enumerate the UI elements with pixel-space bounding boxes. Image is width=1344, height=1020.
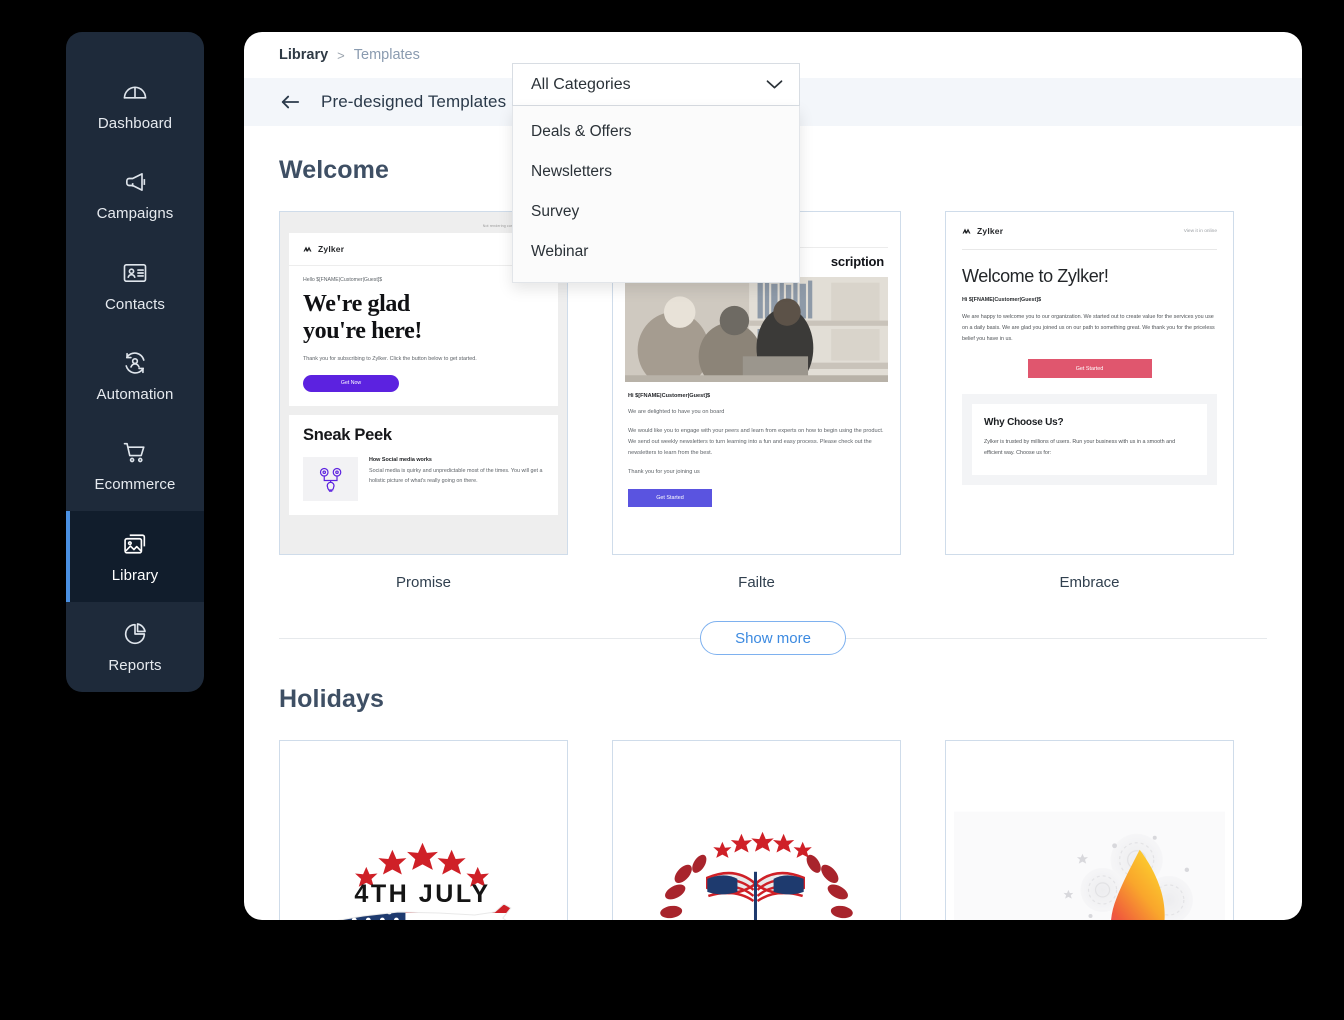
breadcrumb-library[interactable]: Library [279, 47, 328, 63]
dashboard-gauge-icon [121, 78, 149, 106]
contact-card-icon [121, 259, 149, 287]
template-card-embrace[interactable]: Zylker View it in online Welcome to Zylk… [945, 211, 1234, 591]
sidebar-item-automation[interactable]: Automation [66, 331, 204, 421]
peek-item-body: Social media is quirky and unpredictable… [369, 467, 543, 485]
sidebar-item-reports[interactable]: Reports [66, 602, 204, 692]
sidebar-item-label: Reports [108, 656, 162, 674]
cta-button[interactable]: Get Now [303, 374, 399, 392]
automation-cycle-icon [121, 349, 149, 377]
sidebar-item-label: Campaigns [96, 205, 174, 223]
why-choose-us-title: Why Choose Us? [984, 417, 1064, 429]
view-online-link[interactable]: View it in online [1184, 229, 1217, 234]
sneak-peek-title: Sneak Peek [303, 425, 392, 444]
chevron-down-icon [766, 79, 783, 90]
shopping-cart-icon [121, 439, 149, 467]
gears-bulb-icon [303, 456, 358, 501]
sidebar-item-label: Automation [96, 385, 174, 403]
template-thumbnail[interactable]: HAPPY Diwali [945, 740, 1234, 920]
sidebar-item-campaigns[interactable]: Campaigns [66, 150, 204, 240]
independence-day-badge-graphic: INDEPENDENCE DAY 4TH JULY [621, 749, 892, 920]
template-card-fourth-july[interactable]: 4TH JULY [279, 740, 568, 920]
sidebar-item-ecommerce[interactable]: Ecommerce [66, 421, 204, 511]
template-card-label: Embrace [1059, 574, 1120, 591]
app-root: Dashboard Campaigns Contacts Automation … [0, 0, 1344, 1020]
headline-line-1: We're glad [303, 291, 410, 317]
show-more-button[interactable]: Show more [700, 621, 846, 655]
sidebar-item-label: Dashboard [97, 115, 173, 133]
embrace-headline: Welcome to Zylker! [962, 266, 1109, 286]
template-card-label: Failte [738, 574, 775, 591]
template-card-independence-day[interactable]: INDEPENDENCE DAY 4TH JULY [612, 740, 901, 920]
why-choose-us-body: Zylker is trusted by millions of users. … [984, 439, 1176, 457]
failte-greeting: Hi $[FNAME|Customer|Guest]$ [628, 393, 711, 399]
arrow-left-icon[interactable] [279, 92, 301, 112]
embrace-greeting: Hi $[FNAME|Customer|Guest]$ [962, 297, 1042, 303]
brand-name: Zylker [977, 226, 1004, 236]
peek-item-title: How Social media works [369, 456, 432, 463]
sidebar-item-label: Ecommerce [94, 476, 176, 494]
template-thumbnail[interactable]: INDEPENDENCE DAY 4TH JULY [612, 740, 901, 920]
category-dropdown-value: All Categories [531, 75, 631, 93]
sidebar-item-library[interactable]: Library [66, 511, 204, 602]
sidebar-item-label: Library [111, 566, 159, 584]
template-thumbnail[interactable]: 4TH JULY [279, 740, 568, 920]
category-dropdown: All Categories Deals & Offers Newsletter… [512, 63, 800, 283]
failte-line-2: We would like you to engage with your pe… [628, 427, 884, 456]
main-panel: Library > Templates Pre-designed Templat… [244, 32, 1302, 920]
failte-line-3: Thank you for your joining us [628, 468, 700, 475]
body-text: Thank you for subscribing to Zylker. Cli… [303, 355, 477, 362]
happy-diwali-graphic: HAPPY Diwali [954, 749, 1225, 920]
sidebar-item-contacts[interactable]: Contacts [66, 241, 204, 331]
breadcrumb-separator-icon: > [337, 47, 345, 63]
breadcrumb-templates: Templates [353, 47, 420, 63]
section-title-holidays: Holidays [279, 685, 384, 713]
cta-button[interactable]: Get Started [628, 488, 712, 507]
dropdown-option-deals-offers[interactable]: Deals & Offers [513, 112, 799, 152]
svg-text:4TH JULY: 4TH JULY [354, 880, 490, 908]
sidebar-item-dashboard[interactable]: Dashboard [66, 60, 204, 150]
megaphone-icon [121, 168, 149, 196]
brand-name: Zylker [318, 244, 345, 254]
dropdown-option-webinar[interactable]: Webinar [513, 232, 799, 272]
zylker-logo-icon [962, 227, 973, 235]
template-card-diwali[interactable]: HAPPY Diwali [945, 740, 1234, 920]
category-dropdown-menu: Deals & Offers Newsletters Survey Webina… [512, 106, 800, 283]
sidebar-item-label: Contacts [105, 295, 165, 313]
failte-line-1: We are delighted to have you on board [628, 409, 725, 415]
cta-button[interactable]: Get Started [1027, 359, 1152, 379]
dropdown-option-survey[interactable]: Survey [513, 192, 799, 232]
holidays-card-grid: 4TH JULY [279, 740, 1267, 920]
embrace-body: We are happy to welcome you to our organ… [962, 314, 1215, 342]
show-more-row: Show more [279, 621, 1267, 655]
template-card-label: Promise [395, 574, 451, 591]
subheader: Pre-designed Templates All Categories De… [244, 63, 1302, 283]
fourth-july-map-graphic: 4TH JULY [288, 749, 559, 920]
category-dropdown-trigger[interactable]: All Categories [512, 63, 800, 106]
sidebar: Dashboard Campaigns Contacts Automation … [66, 32, 204, 692]
team-photo [625, 277, 888, 382]
headline-line-2: you're here! [303, 317, 422, 344]
page-title: Pre-designed Templates [321, 92, 507, 111]
greeting-text: Hello $[FNAME|Customer|Guest]$ [303, 277, 383, 283]
pie-chart-icon [121, 620, 149, 648]
zylker-logo-icon [303, 245, 314, 253]
dropdown-option-newsletters[interactable]: Newsletters [513, 152, 799, 192]
template-thumbnail[interactable]: Zylker View it in online Welcome to Zylk… [945, 211, 1234, 555]
images-icon [121, 530, 149, 558]
